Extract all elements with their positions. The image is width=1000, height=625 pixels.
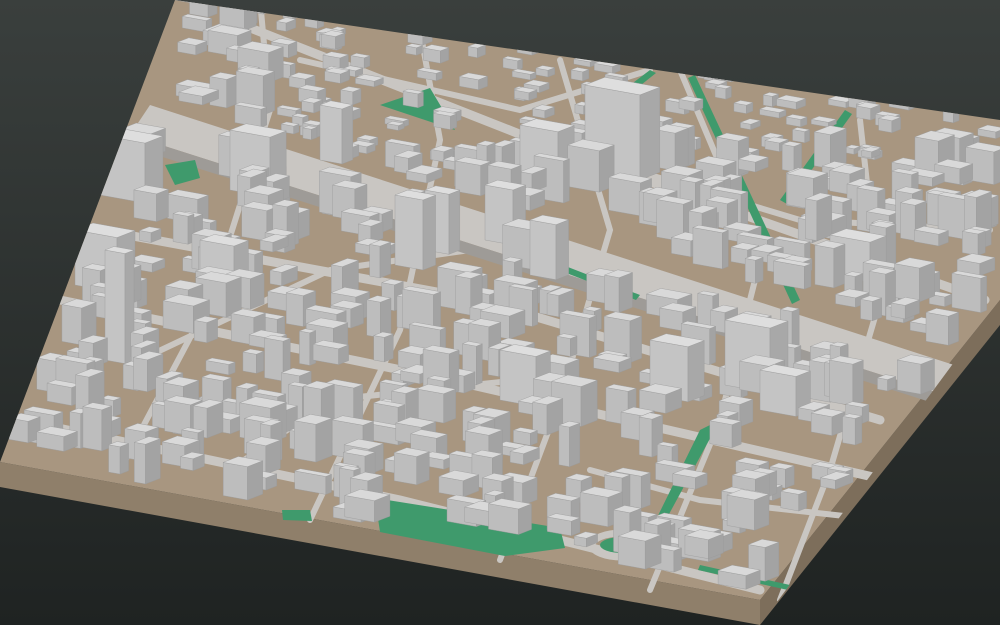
building xyxy=(350,53,371,69)
building xyxy=(726,489,770,531)
building xyxy=(372,331,395,363)
building xyxy=(512,427,539,446)
building xyxy=(772,257,812,290)
building xyxy=(603,269,634,313)
building xyxy=(558,420,581,467)
building xyxy=(36,426,79,452)
building xyxy=(133,184,170,222)
city-3d-model[interactable] xyxy=(0,0,1000,625)
building xyxy=(344,489,391,523)
building xyxy=(733,100,754,114)
building xyxy=(172,211,195,245)
building xyxy=(684,529,725,559)
building xyxy=(785,114,808,128)
building xyxy=(302,125,318,140)
building xyxy=(791,127,811,144)
building xyxy=(877,114,902,133)
building xyxy=(133,436,162,485)
building xyxy=(925,308,960,346)
building xyxy=(487,498,533,535)
building xyxy=(570,67,590,82)
building xyxy=(405,43,424,56)
building xyxy=(176,37,208,56)
building xyxy=(234,102,268,128)
park-small-south xyxy=(282,510,312,521)
building xyxy=(678,95,704,112)
building xyxy=(672,468,708,490)
building xyxy=(780,487,808,512)
building xyxy=(300,97,324,114)
building xyxy=(46,379,81,406)
building xyxy=(556,333,578,357)
map-viewport[interactable] xyxy=(0,0,1000,625)
building xyxy=(810,407,846,436)
building xyxy=(513,86,538,101)
building xyxy=(366,295,392,338)
building xyxy=(107,441,130,475)
building xyxy=(692,224,730,270)
building xyxy=(422,44,450,64)
building xyxy=(324,67,350,84)
building xyxy=(368,239,392,279)
tower xyxy=(394,189,437,271)
building xyxy=(566,139,615,193)
building xyxy=(781,141,803,172)
tower xyxy=(529,214,570,280)
building xyxy=(82,402,113,452)
building xyxy=(804,192,833,241)
building xyxy=(876,374,897,392)
building xyxy=(546,513,581,537)
building xyxy=(432,110,458,130)
building xyxy=(638,383,683,414)
building xyxy=(467,43,487,58)
building xyxy=(531,395,564,436)
building xyxy=(438,470,480,498)
building xyxy=(242,348,265,374)
building xyxy=(859,295,883,322)
tower xyxy=(319,100,354,165)
building xyxy=(814,240,846,289)
building xyxy=(320,30,346,50)
building xyxy=(502,56,524,71)
building xyxy=(828,355,865,407)
building xyxy=(961,228,987,256)
building xyxy=(744,255,764,284)
building xyxy=(222,456,264,501)
building xyxy=(896,354,936,395)
building xyxy=(293,414,333,463)
building xyxy=(339,86,362,106)
building xyxy=(535,65,556,78)
building xyxy=(193,315,219,343)
building xyxy=(714,84,733,100)
building xyxy=(709,416,743,448)
building xyxy=(312,340,350,365)
building xyxy=(393,447,431,486)
building xyxy=(813,125,848,169)
building xyxy=(951,270,988,313)
tower xyxy=(104,246,135,364)
building xyxy=(762,92,780,107)
building xyxy=(402,88,425,108)
building xyxy=(415,383,457,424)
building xyxy=(617,529,662,570)
building xyxy=(893,257,936,303)
building xyxy=(841,413,863,446)
